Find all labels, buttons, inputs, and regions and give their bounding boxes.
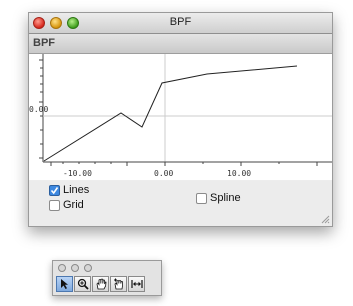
- bpf-controls-panel: Lines Grid Spline: [29, 181, 332, 226]
- spline-checkbox[interactable]: Spline: [196, 192, 241, 204]
- grid-checkbox[interactable]: Grid: [49, 199, 84, 211]
- palette-minimize-button[interactable]: [71, 264, 79, 272]
- hand-tool-button[interactable]: [92, 276, 109, 292]
- y-tick-label: 0.00: [29, 105, 48, 114]
- lines-checkbox-label: Lines: [63, 184, 90, 196]
- arrow-icon: [61, 279, 68, 289]
- spline-checkbox-label: Spline: [210, 192, 241, 204]
- bpf-plot-area[interactable]: 0.00 -10.00 0.00 10.00: [29, 54, 332, 180]
- checkmark-icon: [50, 186, 59, 194]
- lines-checkbox-box[interactable]: [49, 184, 60, 196]
- x-tick-label-neg10: -10.00: [63, 169, 92, 178]
- zoom-icon: [77, 278, 89, 290]
- x-tick-label-10: 10.00: [227, 169, 251, 178]
- window-title: BPF: [169, 16, 192, 28]
- fit-icon: [130, 280, 143, 288]
- hand-icon: [96, 278, 106, 290]
- arrow-tool-button[interactable]: [56, 276, 73, 292]
- grid-checkbox-box[interactable]: [49, 199, 60, 211]
- bpf-window: BPF BPF 0.00 -10.00 0.00 10.00 Lines Gri…: [28, 12, 333, 227]
- x-tick-label-0: 0.00: [154, 169, 173, 178]
- title-bar[interactable]: BPF: [29, 13, 332, 34]
- fit-tool-button[interactable]: [128, 276, 145, 292]
- add-point-icon: [113, 278, 123, 290]
- plot-background: [29, 54, 332, 180]
- tool-palette: [52, 260, 162, 296]
- add-point-tool-button[interactable]: [110, 276, 127, 292]
- bpf-plot-svg[interactable]: 0.00 -10.00 0.00 10.00: [29, 54, 332, 180]
- resize-grip-icon[interactable]: [320, 214, 330, 224]
- editor-header-label: BPF: [33, 37, 55, 49]
- editor-header: BPF: [29, 34, 332, 54]
- palette-zoom-button[interactable]: [84, 264, 92, 272]
- grid-checkbox-label: Grid: [63, 199, 84, 211]
- lines-checkbox[interactable]: Lines: [49, 184, 89, 196]
- palette-tools: [56, 276, 146, 292]
- zoom-tool-button[interactable]: [74, 276, 91, 292]
- spline-checkbox-box[interactable]: [196, 192, 207, 204]
- palette-close-button[interactable]: [58, 264, 66, 272]
